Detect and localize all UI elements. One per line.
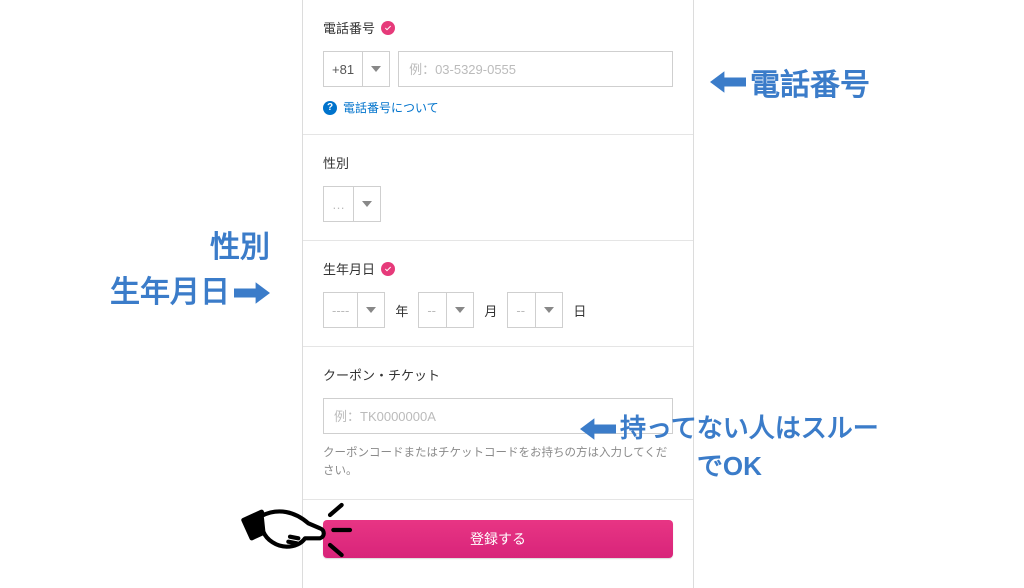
phone-label: 電話番号	[323, 18, 375, 37]
year-value: ----	[324, 293, 358, 327]
phone-input[interactable]	[398, 51, 673, 87]
annotation-gender-text: 性別	[210, 228, 270, 269]
gender-label: 性別	[323, 153, 349, 172]
chevron-down-icon	[447, 293, 473, 327]
year-unit: 年	[395, 301, 408, 320]
annotation-coupon: 持ってない人はスルー でOK	[580, 412, 879, 484]
gender-value: …	[324, 187, 354, 221]
required-badge-icon	[381, 21, 395, 35]
birthday-section: 生年月日 ---- 年 -- 月 -- 日	[303, 241, 693, 347]
coupon-label: クーポン・チケット	[323, 365, 440, 384]
country-code-select[interactable]: +81	[323, 51, 390, 87]
coupon-label-row: クーポン・チケット	[323, 365, 673, 384]
chevron-down-icon	[358, 293, 384, 327]
phone-label-row: 電話番号	[323, 18, 673, 37]
phone-help-text: 電話番号について	[343, 99, 439, 116]
gender-select[interactable]: …	[323, 186, 381, 222]
arrow-left-icon	[710, 68, 746, 96]
day-unit: 日	[573, 301, 586, 320]
month-unit: 月	[484, 301, 497, 320]
birthday-label-row: 生年月日	[323, 259, 673, 278]
phone-input-row: +81	[323, 51, 673, 87]
chevron-down-icon	[354, 187, 380, 221]
register-button[interactable]: 登録する	[323, 520, 673, 558]
annotation-gender-birthday: 性別 生年月日	[110, 228, 270, 313]
month-select[interactable]: --	[418, 292, 474, 328]
phone-section: 電話番号 +81 ? 電話番号について	[303, 0, 693, 135]
annotation-phone-text: 電話番号	[750, 60, 870, 104]
help-icon: ?	[323, 101, 337, 115]
required-badge-icon	[381, 262, 395, 276]
day-value: --	[508, 293, 536, 327]
month-value: --	[419, 293, 447, 327]
phone-help-link[interactable]: ? 電話番号について	[323, 99, 673, 116]
chevron-down-icon	[536, 293, 562, 327]
hand-pointer-icon	[235, 495, 355, 570]
gender-label-row: 性別	[323, 153, 673, 172]
annotation-phone: 電話番号	[710, 60, 870, 104]
annotation-birthday-text: 生年月日	[110, 273, 230, 314]
registration-form: 電話番号 +81 ? 電話番号について 性別 …	[302, 0, 694, 588]
arrow-right-icon	[234, 279, 270, 307]
gender-input-row: …	[323, 186, 673, 222]
birthday-input-row: ---- 年 -- 月 -- 日	[323, 292, 673, 328]
year-select[interactable]: ----	[323, 292, 385, 328]
submit-section: 登録する	[303, 500, 693, 588]
gender-section: 性別 …	[303, 135, 693, 241]
day-select[interactable]: --	[507, 292, 563, 328]
arrow-left-icon	[580, 415, 616, 443]
annotation-coupon-line2: でOK	[697, 450, 762, 484]
birthday-label: 生年月日	[323, 259, 375, 278]
chevron-down-icon	[363, 52, 389, 86]
country-code-value: +81	[324, 52, 363, 86]
annotation-coupon-line1: 持ってない人はスルー	[620, 412, 879, 446]
